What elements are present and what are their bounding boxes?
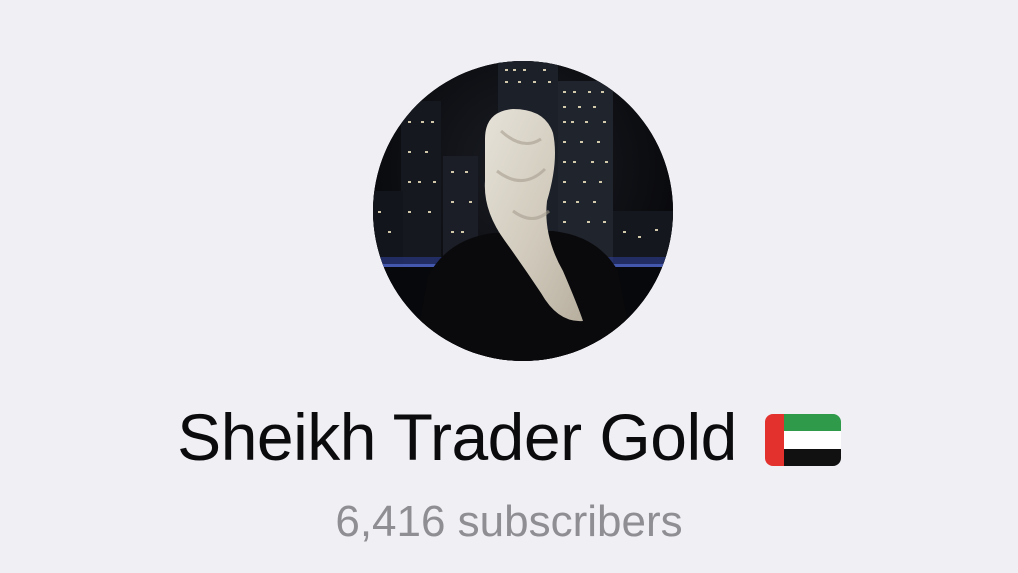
channel-profile-header: Sheikh Trader Gold 6,416 subscribers [0,0,1018,573]
flag-stripe-white [783,431,841,449]
flag-stripe-black [783,448,841,466]
uae-flag-icon [764,414,841,466]
channel-title-row: Sheikh Trader Gold [0,392,1018,482]
channel-name: Sheikh Trader Gold [177,400,737,474]
flag-band-red [764,414,784,466]
channel-avatar[interactable] [373,61,673,361]
flag-stripe-green [783,414,841,432]
subscriber-count: 6,416 subscribers [335,497,683,546]
avatar-photo [373,61,673,361]
